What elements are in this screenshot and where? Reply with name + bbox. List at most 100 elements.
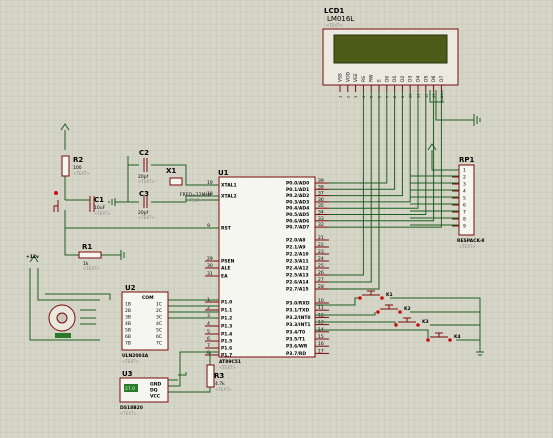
mcu-left-pin-name: P1.6 xyxy=(221,346,232,352)
lcd-pin-label: E xyxy=(377,79,383,82)
mcu-u1[interactable]: U1 AT89C51 <TEXT> 19 XTAL118 XTAL29 RST29 PS… xyxy=(205,169,329,370)
mcu-right-pin-name: P3.1/TXD xyxy=(286,308,309,314)
r2-body xyxy=(61,155,70,177)
mcu-right-pin-number: 36 xyxy=(318,197,324,203)
rp1-pin-number: 3 xyxy=(463,182,466,188)
mcu-right-pin-number: 17 xyxy=(318,348,324,354)
mcu-left-pin-name: EA xyxy=(221,274,228,280)
u2-left-pin-label: 2B xyxy=(125,308,131,314)
lcd-pin-label: D6 xyxy=(431,76,437,82)
lcd-ref: LCD1 xyxy=(324,7,344,15)
lcd-pin-number: 3 xyxy=(354,96,358,98)
mcu-right-pin-name: P0.7/AD7 xyxy=(286,225,309,231)
mcu-left-pin-name: XTAL2 xyxy=(221,194,237,200)
u3-display-value: 27.0 xyxy=(125,386,135,392)
mcu-right-pin-name: P3.3/INT1 xyxy=(286,322,311,328)
mcu-left-pin-number: 29 xyxy=(207,256,213,262)
mcu-left-pin-name: ALE xyxy=(221,266,230,272)
lcd-pin-label: D7 xyxy=(439,76,445,82)
key-ref: K2 xyxy=(404,306,411,312)
u3-hint: <TEXT> xyxy=(120,411,137,416)
supply-label: +12v xyxy=(26,254,39,260)
rp1-pin-number: 9 xyxy=(463,224,466,230)
lcd-pin-number: 2 xyxy=(346,96,350,98)
key-ref: K4 xyxy=(454,334,461,340)
rp1-pin-number: 4 xyxy=(463,189,466,195)
mcu-right-pin-name: P0.2/AD2 xyxy=(286,193,309,199)
u2-right-pin-label: 5C xyxy=(156,328,162,334)
mcu-right-pin-number: 11 xyxy=(318,305,324,311)
c1-hint: <TEXT> xyxy=(94,211,111,216)
mcu-right-pin-name: P2.7/A15 xyxy=(286,287,309,293)
r3-body xyxy=(206,364,215,388)
mcu-right-pin-name: P2.1/A9 xyxy=(286,245,306,251)
mcu-right-pin-number: 24 xyxy=(318,256,324,262)
lcd-pin-label: D3 xyxy=(408,76,414,82)
mcu-left-pin-number: 5 xyxy=(207,329,210,335)
x1-ref: X1 xyxy=(166,167,176,175)
mcu-left-pin-name: P1.7 xyxy=(221,353,232,359)
mcu-left-pin-name: P1.4 xyxy=(221,332,232,338)
mcu-right-pin-name: P2.2/A10 xyxy=(286,252,309,258)
rp1-pin-number: 1 xyxy=(463,168,466,174)
mcu-right-pin-name: P2.3/A11 xyxy=(286,259,309,265)
u2-right-pin-label: 6C xyxy=(156,334,162,340)
lcd-pin-label: VDD xyxy=(345,71,351,82)
rp1-hint: <TEXT> xyxy=(459,244,476,249)
mcu-right-pin-name: P2.6/A14 xyxy=(286,280,309,286)
u2-left-pin-label: 6B xyxy=(125,334,131,340)
key-ref: K3 xyxy=(422,319,429,325)
x1-body xyxy=(169,177,183,186)
lcd-pin-label: D1 xyxy=(392,76,398,82)
mcu-right-pin-number: 26 xyxy=(318,270,324,276)
mcu-right-pin-name: P3.0/RXD xyxy=(286,301,310,307)
u3-pin-label: VCC xyxy=(150,394,161,400)
c3-hint: <TEXT> xyxy=(138,215,155,220)
key-contact-left xyxy=(376,310,380,314)
u3-ref: U3 xyxy=(122,370,133,378)
lcd-part: LM016L xyxy=(327,15,354,23)
u2-hint: <TEXT> xyxy=(122,359,139,364)
mcu-left-pin-number: 7 xyxy=(207,343,210,349)
mcu-left-pin-name: XTAL1 xyxy=(221,183,237,189)
rp1-pin-number: 5 xyxy=(463,196,466,202)
r1-hint: <TEXT> xyxy=(83,266,100,271)
u2-left-pin-label: 5B xyxy=(125,328,131,334)
u3-pin-label: DQ xyxy=(150,388,158,394)
r1-body xyxy=(78,251,102,259)
mcu-left-pin-name: P1.1 xyxy=(221,308,232,314)
u2-right-pin-label: 2C xyxy=(156,308,162,314)
mcu-left-pin-name: P1.2 xyxy=(221,316,232,322)
mcu-right-pin-number: 16 xyxy=(318,341,324,347)
mcu-right-pin-name: P2.0/A8 xyxy=(286,238,306,244)
mcu-left-pin-number: 31 xyxy=(207,271,213,277)
mcu-right-pin-number: 22 xyxy=(318,242,324,248)
supply-12v: +12v xyxy=(26,254,39,260)
reset-pin-dot xyxy=(54,191,58,195)
mcu-right-pin-number: 35 xyxy=(318,203,324,209)
mcu-right-pin-name: P0.4/AD4 xyxy=(286,206,309,212)
mcu-left-pin-name: RST xyxy=(221,226,232,232)
mcu-right-pin-number: 32 xyxy=(318,222,324,228)
mcu-right-pin-number: 37 xyxy=(318,191,324,197)
c1-ref: C1 xyxy=(94,196,104,204)
rp1-pin-number: 6 xyxy=(463,203,466,209)
lcd-pin-number: 1 xyxy=(339,96,343,98)
mcu-left-pin-name: PSEN xyxy=(221,259,235,265)
rp1-pin-number: 2 xyxy=(463,175,466,181)
mcu-right-pin-number: 13 xyxy=(318,320,324,326)
lcd-pin-label: D0 xyxy=(384,76,390,82)
mcu-right-pin-name: P3.2/INT0 xyxy=(286,315,311,321)
mcu-right-pin-name: P3.5/T1 xyxy=(286,337,305,343)
mcu-right-pin-number: 10 xyxy=(318,298,324,304)
mcu-right-pin-number: 38 xyxy=(318,184,324,190)
mcu-left-pin-name: P1.5 xyxy=(221,339,232,345)
lcd-hint: <TEXT> xyxy=(326,23,343,28)
u2-right-pin-label: 3C xyxy=(156,315,162,321)
key-contact-right xyxy=(448,338,452,342)
mcu-right-pin-number: 39 xyxy=(318,178,324,184)
mcu-right-pin-number: 21 xyxy=(318,235,324,241)
rp1-ref: RP1 xyxy=(459,156,475,164)
r3-ref: R3 xyxy=(214,372,224,380)
mcu-right-pin-number: 33 xyxy=(318,216,324,222)
